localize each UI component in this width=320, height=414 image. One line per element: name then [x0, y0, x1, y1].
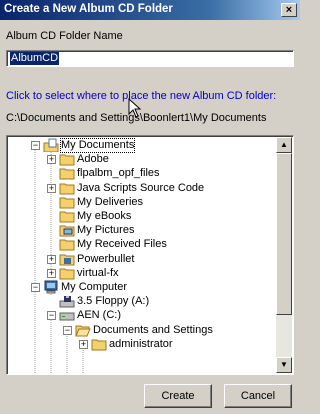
computer-icon [44, 280, 58, 294]
collapse-icon[interactable]: − [47, 311, 56, 321]
tree-node-label: My Deliveries [77, 195, 144, 208]
tree-node[interactable]: 3.5 Floppy (A:) [7, 294, 272, 308]
app-folder-icon [59, 254, 75, 266]
tree-node[interactable]: flpalbm_opf_files [7, 166, 272, 180]
tree-node-label: Powerbullet [77, 252, 135, 265]
tree-node[interactable]: + Java Scripts Source Code [7, 181, 272, 195]
tree-node[interactable]: − Documents and Settings [7, 323, 272, 337]
folder-icon [59, 211, 75, 223]
scroll-down-button[interactable]: ▼ [276, 357, 292, 373]
tree-node-label: Adobe [77, 153, 109, 166]
expand-icon[interactable]: + [79, 339, 88, 349]
tree-node-label: My Computer [61, 281, 128, 293]
tree-node-label: AEN (C:) [77, 309, 121, 322]
window-title: Create a New Album CD Folder [4, 3, 173, 15]
tree-node-label: Java Scripts Source Code [77, 181, 205, 194]
folder-name-input[interactable]: AlbumCD [6, 50, 294, 67]
mouse-cursor-icon [128, 98, 142, 118]
close-button[interactable]: × [281, 3, 297, 17]
tree-node-label: My Received Files [77, 238, 167, 251]
folder-name-label: Album CD Folder Name [6, 30, 123, 42]
tree-node-label: 3.5 Floppy (A:) [77, 295, 150, 308]
title-bar[interactable]: Create a New Album CD Folder × [0, 0, 300, 20]
scroll-thumb[interactable] [276, 153, 292, 315]
tree-node-label: virtual-fx [77, 266, 119, 279]
tree-node-label: My Documents [59, 138, 136, 153]
folder-icon [59, 268, 75, 280]
tree-node[interactable]: − AEN (C:) [7, 308, 272, 322]
folder-name-value: AlbumCD [10, 52, 60, 65]
create-button[interactable]: Create [144, 384, 212, 408]
tree-node[interactable]: My eBooks [7, 209, 272, 223]
my-documents-icon [43, 138, 59, 152]
tree-scrollbar[interactable]: ▲ ▼ [276, 137, 292, 373]
tree-node-label: My eBooks [77, 210, 132, 222]
expand-icon[interactable]: + [47, 268, 56, 278]
tree-node-label: administrator [109, 337, 173, 350]
tree-node[interactable]: + Adobe [7, 152, 272, 166]
tree-node[interactable]: + virtual-fx [7, 266, 272, 280]
folder-tree[interactable]: − My Documents + Adobe flpalbm_opf_files + Jav… [6, 135, 294, 375]
hard-drive-icon [59, 312, 75, 321]
tree-node[interactable]: + Powerbullet [7, 252, 272, 266]
collapse-icon[interactable]: − [63, 325, 72, 335]
cancel-button[interactable]: Cancel [224, 384, 292, 408]
tree-node[interactable]: My Received Files [7, 237, 272, 251]
collapse-icon[interactable]: − [31, 141, 40, 150]
tree-node[interactable]: My Pictures [7, 223, 272, 237]
folder-open-icon [75, 325, 91, 337]
collapse-icon[interactable]: − [31, 283, 40, 292]
folder-icon [91, 339, 107, 351]
tree-node[interactable]: + administrator [7, 337, 272, 351]
folder-icon [59, 183, 75, 195]
folder-icon [59, 154, 75, 166]
tree-node[interactable]: − My Documents [7, 138, 272, 153]
expand-icon[interactable]: + [47, 254, 56, 264]
expand-icon[interactable]: + [47, 155, 56, 165]
tree-node[interactable]: − My Computer [7, 280, 272, 294]
folder-icon [59, 197, 75, 209]
folder-icon [59, 239, 75, 251]
floppy-drive-icon [59, 296, 75, 308]
tree-node-label: Documents and Settings [93, 323, 213, 336]
folder-icon [59, 168, 75, 180]
tree-node[interactable]: My Deliveries [7, 195, 272, 209]
expand-icon[interactable]: + [47, 183, 56, 193]
pictures-folder-icon [59, 225, 75, 237]
tree-node-label: flpalbm_opf_files [77, 167, 160, 180]
scroll-up-button[interactable]: ▲ [276, 137, 292, 153]
tree-node-label: My Pictures [77, 224, 135, 237]
